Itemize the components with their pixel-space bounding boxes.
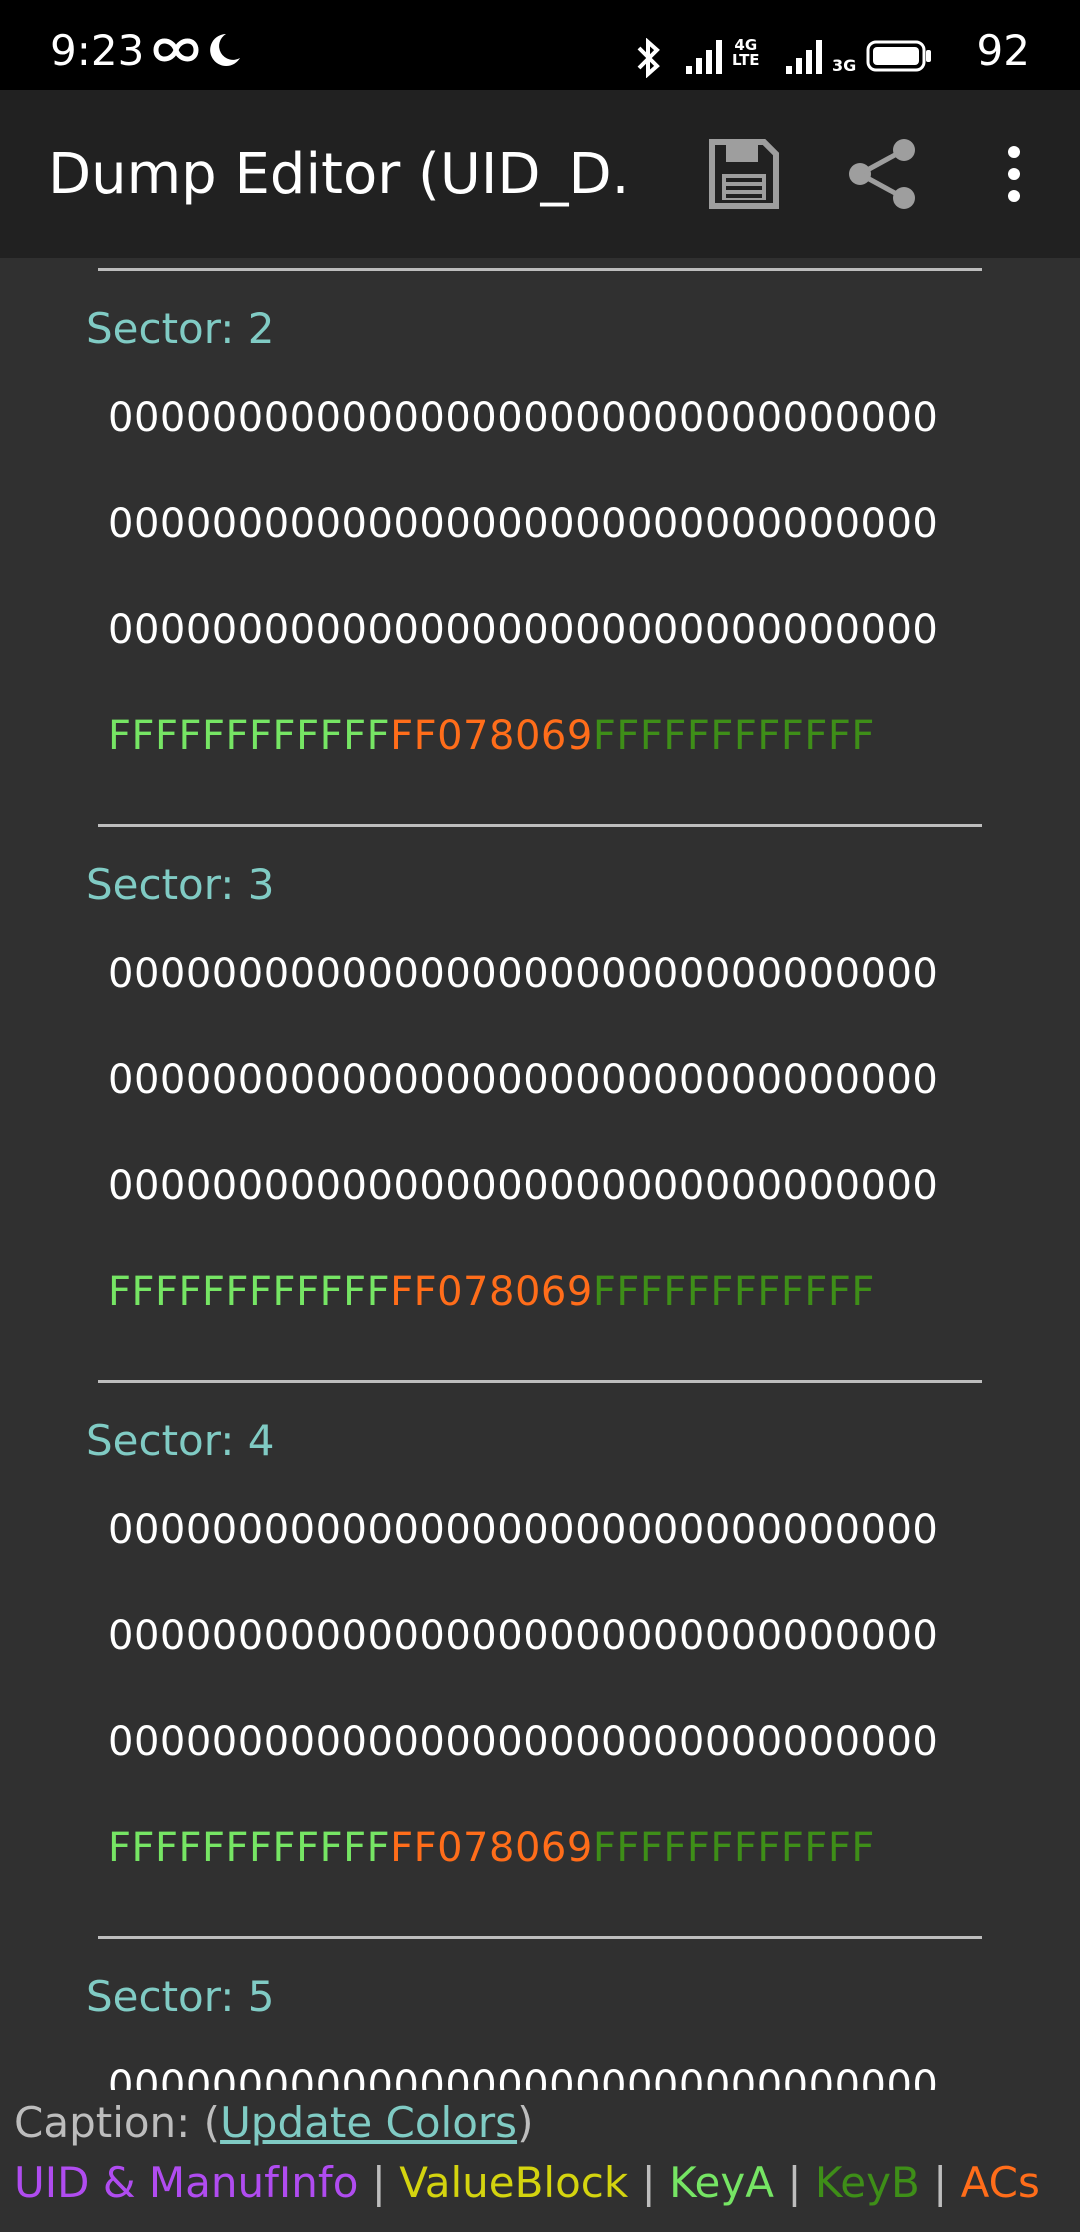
battery-icon — [866, 40, 931, 72]
sector-title: Sector: 5 — [86, 1972, 275, 2021]
block-line[interactable]: 00000000000000000000000000000000 — [108, 1716, 938, 1769]
legend-key-a: KeyA — [669, 2158, 774, 2207]
infinity-icon — [153, 38, 199, 62]
block-line[interactable]: 00000000000000000000000000000000 — [108, 948, 938, 1001]
block-line[interactable]: 00000000000000000000000000000000 — [108, 1610, 938, 1663]
block-line[interactable]: 00000000000000000000000000000000 — [108, 2060, 938, 2090]
notification-icons — [153, 34, 240, 66]
app-bar: Dump Editor (UID_D... — [0, 90, 1080, 258]
network-type-4g: 4G LTE — [732, 36, 760, 69]
legend-key-b: KeyB — [814, 2158, 920, 2207]
block-line[interactable]: 00000000000000000000000000000000 — [108, 1160, 938, 1213]
legend-uid: UID & ManufInfo — [14, 2158, 359, 2207]
sector-title: Sector: 2 — [86, 304, 275, 353]
sector-trailer[interactable]: FFFFFFFFFFFFFF078069FFFFFFFFFFFF — [108, 1266, 875, 1319]
legend-value-block: ValueBlock — [399, 2158, 629, 2207]
signal-icon-2 — [786, 40, 822, 74]
key-b: FFFFFFFFFFFF — [592, 1825, 875, 1871]
key-a: FFFFFFFFFFFF — [108, 713, 391, 759]
caption-label: Caption: (Update Colors) — [14, 2098, 534, 2147]
more-vert-icon[interactable] — [984, 134, 1064, 214]
sector-trailer[interactable]: FFFFFFFFFFFFFF078069FFFFFFFFFFFF — [108, 710, 875, 763]
status-right-icons: 4G LTE 3G 92 — [620, 0, 1080, 90]
caption-legend: Caption: (Update Colors) UID & ManufInfo… — [0, 2090, 1080, 2232]
status-time: 9:23 — [50, 26, 145, 75]
sector-trailer[interactable]: FFFFFFFFFFFFFF078069FFFFFFFFFFFF — [108, 1822, 875, 1875]
key-b: FFFFFFFFFFFF — [592, 1269, 875, 1315]
status-bar: 9:23 4G LTE 3G 92 — [0, 0, 1080, 90]
battery-level: 92 — [976, 26, 1030, 75]
key-b: FFFFFFFFFFFF — [592, 713, 875, 759]
moon-icon — [210, 34, 240, 66]
page-title: Dump Editor (UID_D... — [48, 142, 628, 207]
access-conditions: FF078069 — [390, 713, 593, 759]
sector-title: Sector: 3 — [86, 860, 275, 909]
access-conditions: FF078069 — [390, 1825, 593, 1871]
block-line[interactable]: 00000000000000000000000000000000 — [108, 498, 938, 551]
legend-acs: ACs — [960, 2158, 1040, 2207]
dump-content[interactable]: Sector: 2 000000000000000000000000000000… — [0, 258, 1080, 2090]
key-a: FFFFFFFFFFFF — [108, 1269, 391, 1315]
sector-divider — [98, 824, 982, 827]
signal-icon — [686, 40, 722, 74]
save-icon[interactable] — [704, 134, 784, 214]
key-a: FFFFFFFFFFFF — [108, 1825, 391, 1871]
sector-title: Sector: 4 — [86, 1416, 275, 1465]
color-legend: UID & ManufInfo | ValueBlock | KeyA | Ke… — [14, 2158, 1040, 2207]
share-icon[interactable] — [844, 134, 924, 214]
block-line[interactable]: 00000000000000000000000000000000 — [108, 1504, 938, 1557]
update-colors-link[interactable]: Update Colors — [220, 2098, 517, 2147]
access-conditions: FF078069 — [390, 1269, 593, 1315]
block-line[interactable]: 00000000000000000000000000000000 — [108, 604, 938, 657]
bluetooth-icon — [637, 38, 660, 78]
block-line[interactable]: 00000000000000000000000000000000 — [108, 1054, 938, 1107]
network-type-3g: 3G — [832, 56, 857, 75]
sector-divider — [98, 1380, 982, 1383]
sector-divider — [98, 268, 982, 271]
sector-divider — [98, 1936, 982, 1939]
block-line[interactable]: 00000000000000000000000000000000 — [108, 392, 938, 445]
